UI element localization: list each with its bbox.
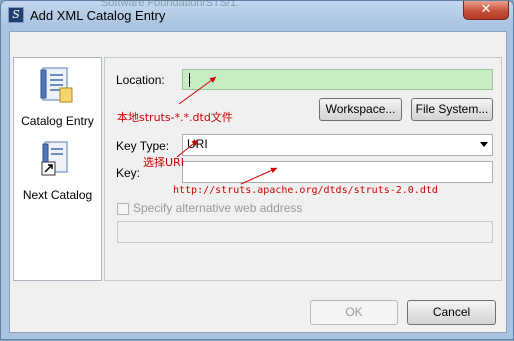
key-type-annotation: 选择URI xyxy=(143,156,184,169)
location-label: Location: xyxy=(116,73,165,87)
close-button[interactable]: ✕ xyxy=(463,1,509,20)
key-type-value: URI xyxy=(187,137,208,151)
dialog-window: Software Foundation/STS/1. S Add XML Cat… xyxy=(0,0,514,340)
sidebar-item-next-catalog[interactable]: Next Catalog xyxy=(14,138,101,208)
dialog-client-area: Catalog Entry Next Catalog Location: Wor… xyxy=(9,31,507,333)
location-input[interactable] xyxy=(182,69,493,90)
alt-web-checkbox[interactable] xyxy=(117,203,129,215)
cancel-button[interactable]: Cancel xyxy=(407,300,496,325)
key-label: Key: xyxy=(116,166,141,180)
alt-web-checkbox-label: Specify alternative web address xyxy=(133,201,303,215)
file-system-button[interactable]: File System... xyxy=(411,98,493,121)
workspace-button[interactable]: Workspace... xyxy=(319,98,402,121)
alt-web-address-input[interactable] xyxy=(117,221,493,243)
window-title: Add XML Catalog Entry xyxy=(30,8,166,23)
sidebar-item-label: Next Catalog xyxy=(22,188,93,202)
sidebar-item-catalog-entry[interactable]: Catalog Entry xyxy=(14,64,101,134)
chevron-down-icon xyxy=(480,142,488,147)
title-bar[interactable]: Software Foundation/STS/1. S Add XML Cat… xyxy=(1,0,513,31)
ok-button[interactable]: OK xyxy=(310,300,398,325)
app-icon: S xyxy=(8,7,24,23)
next-catalog-icon xyxy=(41,141,68,176)
key-annotation: http://struts.apache.org/dtds/struts-2.0… xyxy=(173,185,438,196)
key-input[interactable] xyxy=(182,161,493,183)
key-type-label: Key Type: xyxy=(116,139,170,153)
entry-type-sidebar: Catalog Entry Next Catalog xyxy=(13,57,102,281)
key-type-select[interactable]: URI xyxy=(182,134,493,156)
sidebar-item-label: Catalog Entry xyxy=(21,114,94,128)
text-caret xyxy=(189,73,190,87)
catalog-entry-icon xyxy=(40,67,73,103)
location-annotation: 本地struts-*.*.dtd文件 xyxy=(117,111,233,124)
